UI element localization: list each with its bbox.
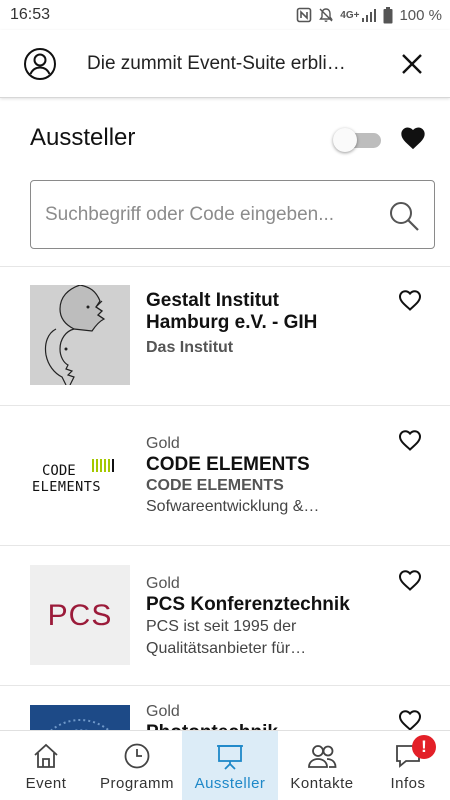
heart-filled-icon[interactable] (399, 124, 427, 152)
logo-line-2: ELEMENTS (32, 479, 101, 495)
notification-banner[interactable]: Die zummit Event-Suite erbli… (0, 30, 450, 98)
list-item[interactable]: Gestalt Institut Hamburg e.V. - GIH Das … (0, 266, 450, 406)
signal-icon (362, 9, 377, 22)
list-item[interactable]: CODE ELEMENTS Gold CODE ELEMENTS CODE EL… (0, 406, 450, 546)
exhibitor-logo (30, 285, 130, 385)
exhibitor-info: Gold Photontechnik… (146, 702, 361, 730)
heart-outline-icon[interactable] (397, 568, 423, 592)
nav-label: Kontakte (290, 775, 354, 792)
logo-text: PCS (48, 599, 113, 632)
exhibitor-info: Gold PCS Konferenztechnik PCS ist seit 1… (146, 574, 361, 660)
exhibitor-logo (30, 705, 130, 730)
battery-level: 100 % (399, 6, 442, 24)
page-title: Aussteller (30, 124, 136, 151)
exhibitor-subtitle: Das Institut (146, 339, 234, 356)
exhibitor-name: Photontechnik… (146, 722, 361, 730)
gestalt-faces-logo (30, 285, 130, 385)
search-box[interactable] (30, 180, 435, 249)
clock-icon (124, 743, 150, 769)
bottom-nav: Event Programm Aussteller Kontakte ! Inf… (0, 730, 450, 800)
exhibitor-description: Sofwareentwicklung &… (146, 498, 320, 515)
heart-outline-icon[interactable] (397, 288, 423, 312)
nav-item-kontakte[interactable]: Kontakte (278, 731, 366, 800)
close-icon[interactable] (400, 52, 424, 76)
mute-icon (319, 8, 334, 22)
nav-item-infos[interactable]: ! Infos (366, 731, 450, 800)
list-item[interactable]: Gold Photontechnik… (0, 686, 450, 730)
user-circle-icon[interactable] (23, 47, 57, 81)
pcs-logo: PCS (48, 599, 113, 632)
search-input[interactable] (45, 194, 375, 235)
nav-label: Infos (390, 775, 426, 792)
home-icon (34, 743, 58, 768)
exhibitor-name: PCS Konferenztechnik (146, 594, 350, 615)
heart-outline-icon[interactable] (397, 708, 423, 730)
exhibitor-level: Gold (146, 435, 180, 452)
notification-badge: ! (412, 735, 436, 759)
list-item[interactable]: PCS Gold PCS Konferenztechnik PCS ist se… (0, 546, 450, 686)
favorites-toggle[interactable] (333, 128, 381, 152)
exhibitor-logo: CODE ELEMENTS (30, 425, 130, 525)
exhibitor-logo: PCS (30, 565, 130, 665)
exhibitor-info: Gold CODE ELEMENTS CODE ELEMENTS Sofware… (146, 434, 361, 518)
banner-text: Die zummit Event-Suite erbli… (87, 52, 346, 74)
search-icon[interactable] (388, 200, 420, 232)
barcode-mark (92, 459, 114, 472)
nav-item-programm[interactable]: Programm (92, 731, 182, 800)
nav-label: Programm (99, 775, 174, 792)
nav-label: Event (25, 775, 67, 792)
nav-label: Aussteller (194, 775, 266, 792)
logo-line-1: CODE (42, 463, 76, 479)
nfc-icon (296, 7, 312, 23)
exhibitor-description: PCS ist seit 1995 der Qualitätsanbieter … (146, 618, 307, 657)
status-icons: 4G+ 100 % (296, 6, 442, 24)
exhibitor-subtitle: CODE ELEMENTS (146, 477, 284, 494)
nav-item-event[interactable]: Event (0, 731, 92, 800)
code-elements-logo: CODE ELEMENTS (32, 459, 114, 495)
network-type: 4G+ (340, 9, 360, 21)
battery-icon (383, 6, 393, 23)
exhibitor-list[interactable]: Gestalt Institut Hamburg e.V. - GIH Das … (0, 266, 450, 730)
exhibitor-name: Gestalt Institut Hamburg e.V. - GIH (146, 290, 318, 333)
exhibitor-name: CODE ELEMENTS (146, 454, 310, 475)
blue-radial-logo (30, 705, 130, 730)
status-bar: 16:53 4G+ 100 % (0, 0, 450, 30)
toggle-thumb (333, 128, 357, 152)
nav-item-aussteller[interactable]: Aussteller (182, 731, 278, 800)
exhibitor-level: Gold (146, 575, 180, 592)
status-time: 16:53 (10, 6, 51, 23)
contacts-icon (308, 745, 337, 768)
exhibitor-info: Gestalt Institut Hamburg e.V. - GIH Das … (146, 290, 361, 358)
heart-outline-icon[interactable] (397, 428, 423, 452)
exhibitor-level: Gold (146, 703, 180, 720)
presentation-icon (217, 745, 243, 770)
